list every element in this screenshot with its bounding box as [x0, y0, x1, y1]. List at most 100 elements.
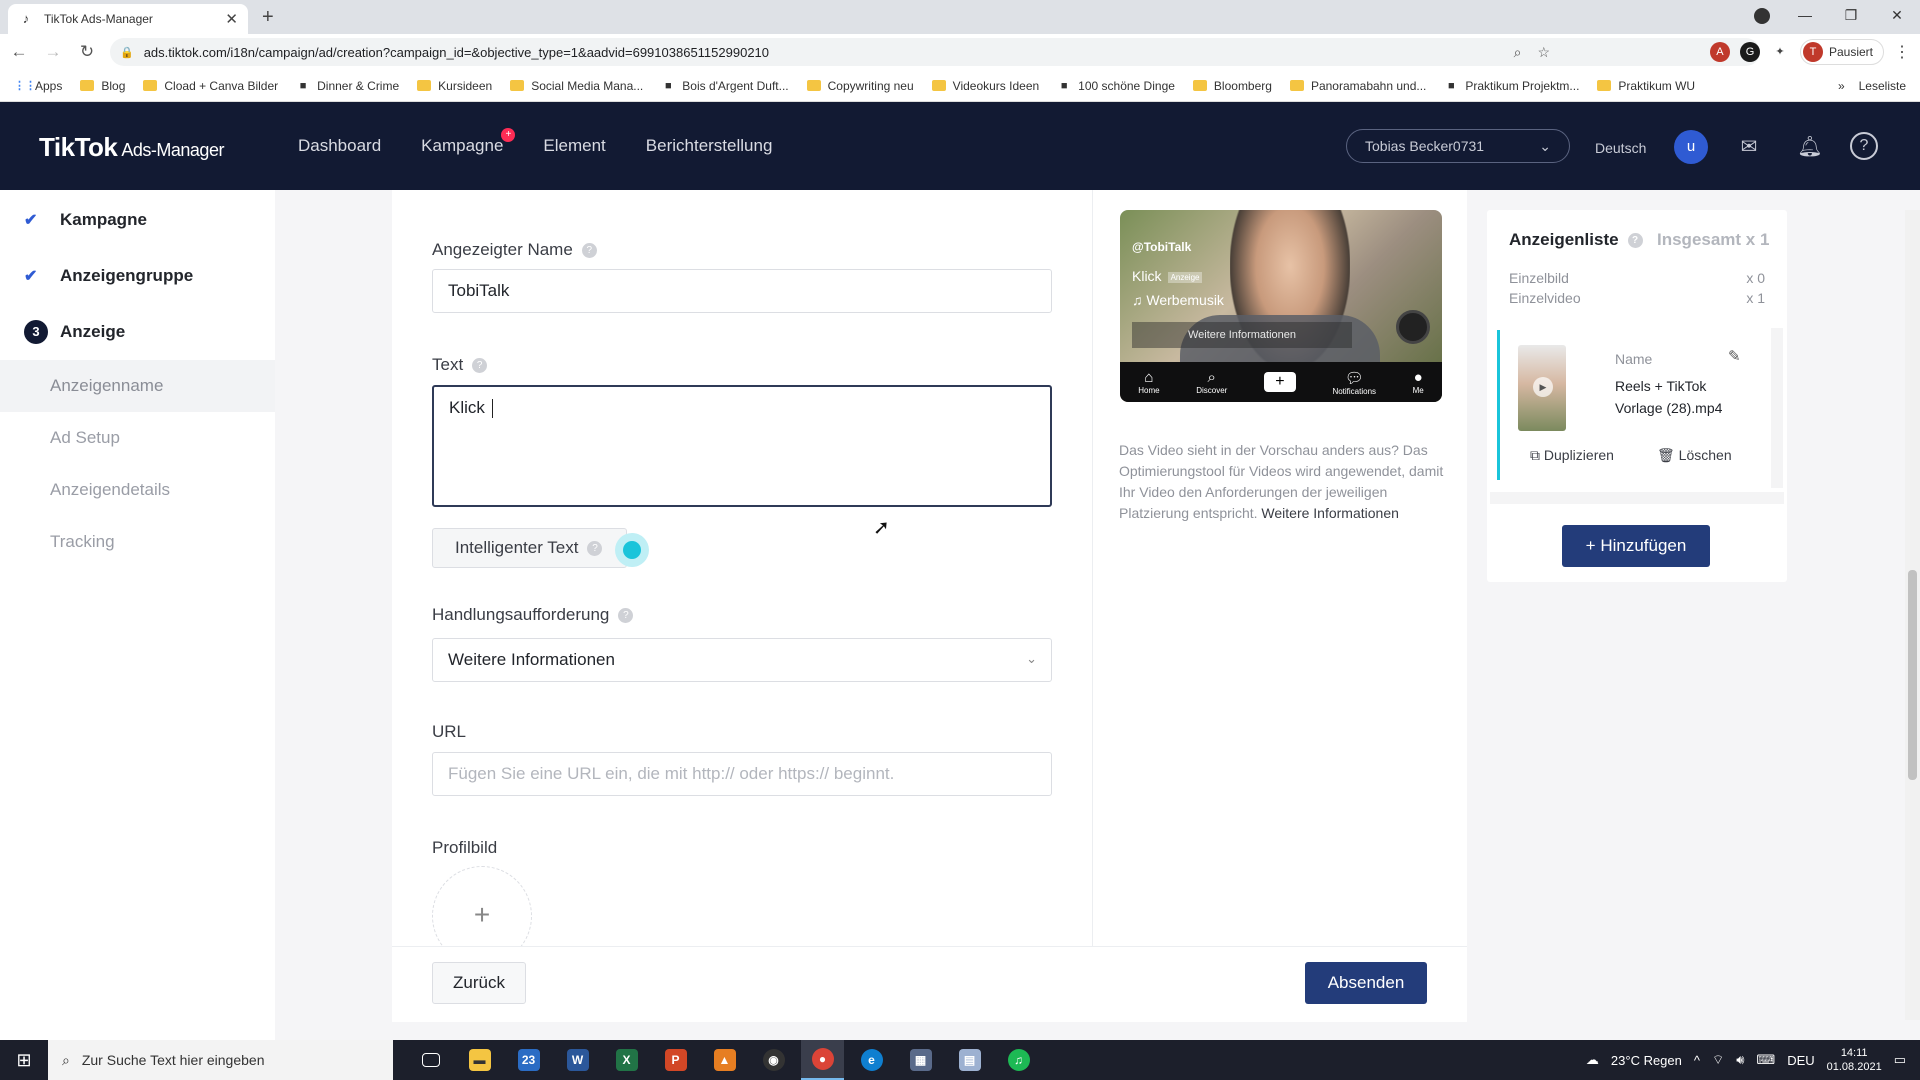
page-scrollbar[interactable]	[1905, 210, 1920, 1020]
bookmark-item[interactable]: Videokurs Ideen	[931, 79, 1039, 93]
help-icon[interactable]: ?	[1850, 132, 1878, 160]
submit-button[interactable]: Absenden	[1305, 962, 1427, 1004]
volume-icon[interactable]: 🔊︎	[1736, 1052, 1744, 1068]
reading-list-button[interactable]: Leseliste	[1859, 79, 1906, 93]
edit-pencil-icon[interactable]: ✎	[1728, 347, 1741, 365]
task-view-icon[interactable]	[409, 1040, 452, 1080]
bookmark-item[interactable]: Cload + Canva Bilder	[143, 79, 278, 93]
help-icon[interactable]: ?	[1627, 232, 1643, 248]
bookmark-item[interactable]: ■ Dinner & Crime	[296, 79, 399, 93]
nav-dashboard[interactable]: Dashboard	[298, 136, 381, 156]
help-icon[interactable]: ?	[581, 242, 597, 258]
bookmark-item[interactable]: Social Media Mana...	[510, 79, 643, 93]
inbox-icon[interactable]: ✉	[1734, 132, 1764, 162]
smart-text-button[interactable]: Intelligenter Text?	[432, 528, 627, 568]
url-input[interactable]: Fügen Sie eine URL ein, die mit http:// …	[432, 752, 1052, 796]
forward-icon[interactable]: →	[38, 42, 68, 62]
scrollbar-thumb[interactable]	[1908, 570, 1917, 780]
browser-menu-icon[interactable]: ⋮	[1894, 42, 1910, 62]
close-window-icon[interactable]: ✕	[1874, 0, 1920, 30]
powerpoint-icon[interactable]: P	[654, 1040, 697, 1080]
display-name-input[interactable]: TobiTalk	[432, 269, 1052, 313]
restore-icon[interactable]: ❐	[1828, 0, 1874, 30]
weather-text[interactable]: 23°C Regen	[1611, 1053, 1682, 1068]
notifications-icon[interactable]: ▭	[1894, 1052, 1906, 1068]
step-anzeigengruppe[interactable]: ✔ Anzeigengruppe	[24, 266, 193, 286]
step-kampagne[interactable]: ✔ Kampagne	[24, 210, 147, 230]
bookmark-item[interactable]: ⋮⋮ Apps	[14, 79, 62, 93]
substep-ad-setup[interactable]: Ad Setup	[0, 412, 275, 464]
duplicate-button[interactable]: ⧉ Duplizieren	[1530, 447, 1614, 464]
close-tab-icon[interactable]: ✕	[225, 10, 238, 28]
bookmark-star-icon[interactable]: ☆	[1537, 44, 1550, 61]
excel-icon[interactable]: X	[605, 1040, 648, 1080]
nav-element[interactable]: Element	[543, 136, 605, 156]
substep-anzeigendetails[interactable]: Anzeigendetails	[0, 464, 275, 516]
substep-tracking[interactable]: Tracking	[0, 516, 275, 568]
taskbar-clock[interactable]: 14:11 01.08.2021	[1827, 1046, 1882, 1074]
bookmark-item[interactable]: ■ Praktikum Projektm...	[1444, 79, 1579, 93]
substep-anzeigenname[interactable]: Anzeigenname	[0, 360, 275, 412]
calculator-icon[interactable]: ▦	[899, 1040, 942, 1080]
address-bar[interactable]: 🔒 ads.tiktok.com/i18n/campaign/ad/creati…	[110, 38, 1760, 66]
help-icon[interactable]: ?	[472, 357, 488, 373]
tiktok-ads-logo[interactable]: TikTok Ads-Manager	[39, 132, 224, 163]
ad-list-horizontal-scrollbar[interactable]	[1490, 492, 1784, 504]
step-anzeige[interactable]: 3 Anzeige	[24, 320, 125, 344]
mail-icon[interactable]: 23	[507, 1040, 550, 1080]
bookmark-item[interactable]: Blog	[80, 79, 125, 93]
user-avatar[interactable]: u	[1674, 130, 1708, 164]
cta-select[interactable]: Weitere Informationen ⌄	[432, 638, 1052, 682]
video-thumbnail[interactable]	[1518, 345, 1566, 431]
edge-icon[interactable]: e	[850, 1040, 893, 1080]
file-explorer-icon[interactable]: ▬	[458, 1040, 501, 1080]
vlc-icon[interactable]: ▲	[703, 1040, 746, 1080]
minimize-icon[interactable]: —	[1782, 0, 1828, 30]
reload-icon[interactable]: ↻	[72, 42, 102, 62]
grammarly-extension-icon[interactable]: G	[1739, 42, 1760, 62]
bookmark-item[interactable]: Copywriting neu	[806, 79, 914, 93]
nav-label: Notifications	[1332, 386, 1377, 396]
bookmark-item[interactable]: Praktikum WU	[1597, 79, 1695, 93]
bookmark-item[interactable]: ■ 100 schöne Dinge	[1057, 79, 1175, 93]
spotify-icon[interactable]: ♫	[997, 1040, 1040, 1080]
ad-list-vertical-scrollbar[interactable]	[1771, 328, 1783, 488]
keyboard-icon[interactable]: ⌨	[1756, 1052, 1775, 1068]
back-button[interactable]: Zurück	[432, 962, 526, 1004]
network-icon[interactable]: ⌔	[1712, 1052, 1724, 1068]
profile-button[interactable]: T Pausiert	[1799, 39, 1884, 65]
zoom-icon[interactable]: ⌕	[1514, 44, 1522, 61]
more-bookmarks-icon[interactable]: »	[1838, 79, 1845, 93]
notepad-icon[interactable]: ▤	[948, 1040, 991, 1080]
bell-icon[interactable]: 🔔︎	[1795, 132, 1825, 162]
help-icon[interactable]: ?	[618, 607, 634, 623]
obs-icon[interactable]: ◉	[752, 1040, 795, 1080]
add-ad-button[interactable]: + Hinzufügen	[1562, 525, 1710, 567]
smart-text-toggle[interactable]	[615, 533, 649, 567]
browser-tab[interactable]: ♪ TikTok Ads-Manager ✕	[8, 4, 248, 34]
preview-note-link[interactable]: Weitere Informationen	[1261, 505, 1398, 521]
adblock-extension-icon[interactable]: A	[1709, 42, 1730, 62]
ad-preview-video[interactable]: @TobiTalk Klick Anzeige ♫ Werbemusik Weit…	[1120, 210, 1442, 402]
tab-search-icon[interactable]	[1754, 8, 1770, 24]
language-indicator[interactable]: DEU	[1787, 1053, 1814, 1068]
new-tab-icon[interactable]: +	[262, 6, 274, 29]
language-selector[interactable]: Deutsch	[1595, 140, 1646, 156]
puzzle-extensions-icon[interactable]: ✦	[1769, 42, 1790, 62]
taskbar-search[interactable]: ⌕ Zur Suche Text hier eingeben	[48, 1040, 393, 1080]
account-selector[interactable]: Tobias Becker0731 ⌄	[1346, 129, 1570, 163]
nav-kampagne[interactable]: Kampagne +	[421, 128, 516, 156]
bookmark-item[interactable]: Bloomberg	[1192, 79, 1272, 93]
back-icon[interactable]: ←	[4, 42, 34, 62]
bookmark-item[interactable]: Kursideen	[417, 79, 492, 93]
bookmark-item[interactable]: ■ Bois d'Argent Duft...	[661, 79, 789, 93]
ad-text-textarea[interactable]: Klick	[432, 385, 1052, 507]
help-icon[interactable]: ?	[587, 540, 603, 556]
delete-button[interactable]: 🗑︎ Löschen	[1657, 447, 1732, 464]
nav-berichterstellung[interactable]: Berichterstellung	[646, 136, 773, 156]
tray-chevron-icon[interactable]: ^	[1694, 1053, 1700, 1068]
windows-start-icon[interactable]: ⊞	[0, 1050, 48, 1071]
word-icon[interactable]: W	[556, 1040, 599, 1080]
bookmark-item[interactable]: Panoramabahn und...	[1289, 79, 1426, 93]
chrome-icon[interactable]: ●	[801, 1040, 844, 1080]
